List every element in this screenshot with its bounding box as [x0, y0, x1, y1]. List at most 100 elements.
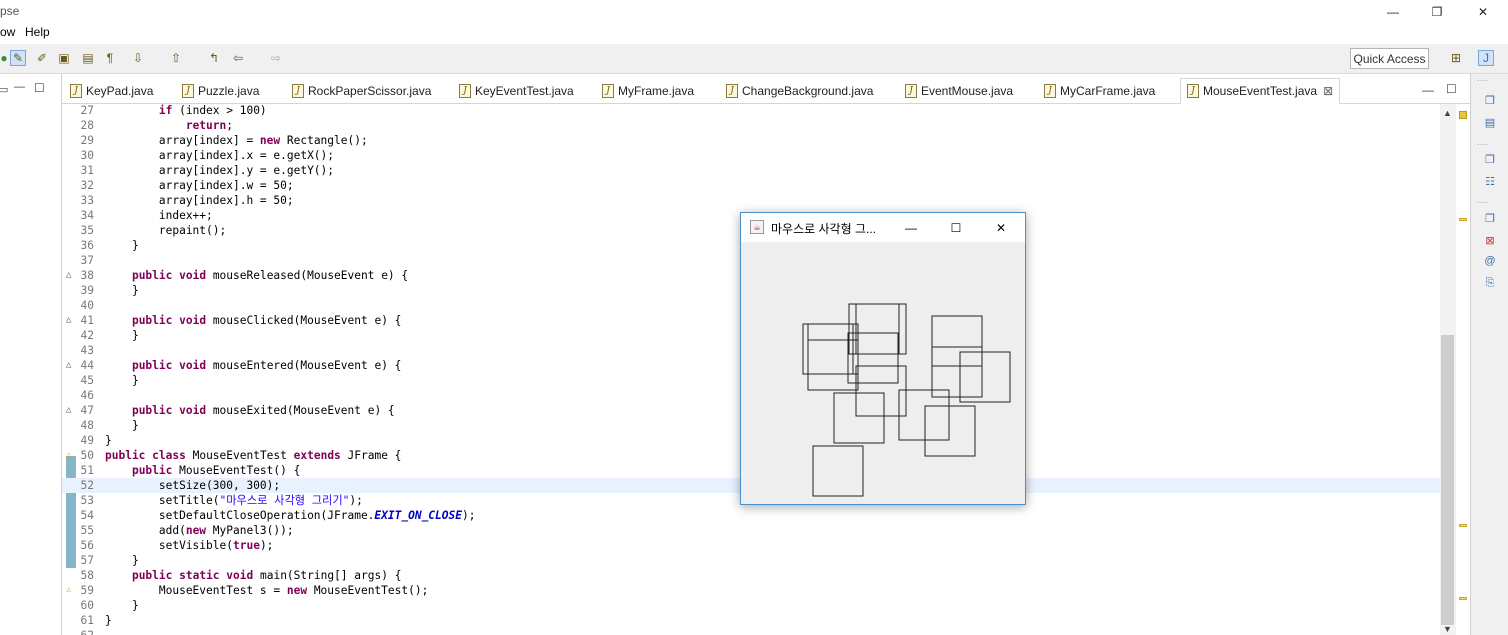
close-icon: ✕ [1477, 5, 1489, 19]
java-file-icon: J [182, 84, 194, 98]
code-line[interactable]: 61} [62, 613, 1440, 628]
code-line[interactable]: 56 setVisible(true); [62, 538, 1440, 553]
tab-label: MyCarFrame.java [1060, 84, 1156, 98]
code-line[interactable]: 30 array[index].x = e.getX(); [62, 148, 1440, 163]
last-edit-icon[interactable]: ↰ [206, 50, 222, 66]
line-number: 43 [80, 344, 94, 357]
menu-window[interactable]: ow [0, 25, 15, 39]
javadoc-icon[interactable]: @ [1482, 253, 1498, 269]
drawing-panel[interactable] [741, 242, 1025, 504]
warning-marker-icon[interactable]: ⚠ [66, 448, 71, 463]
block-selection-icon[interactable]: ▤ [80, 50, 96, 66]
java-frame-titlebar[interactable]: ☕ 마우스로 사각형 그... — ☐ ✕ [741, 213, 1025, 242]
code-line[interactable]: 57 } [62, 553, 1440, 568]
tab-mycarframe[interactable]: J MyCarFrame.java [1044, 78, 1155, 104]
left-maximize-icon[interactable]: ☐ [34, 81, 45, 95]
java-frame-window[interactable]: ☕ 마우스로 사각형 그... — ☐ ✕ [740, 212, 1026, 505]
tab-changebackground[interactable]: J ChangeBackground.java [726, 78, 873, 104]
code-line[interactable]: 31 array[index].y = e.getY(); [62, 163, 1440, 178]
line-number: 52 [80, 479, 94, 492]
line-number: 38 [80, 269, 94, 282]
task-list-icon[interactable]: ▤ [1482, 114, 1498, 130]
code-line[interactable]: 32 array[index].w = 50; [62, 178, 1440, 193]
forward-icon[interactable]: ⇨ [268, 50, 284, 66]
overview-marker[interactable] [1459, 524, 1467, 527]
restore-view-icon[interactable]: ❐ [1482, 151, 1498, 167]
java-close-button[interactable]: ✕ [979, 213, 1023, 242]
warning-marker-icon[interactable]: ⚠ [66, 583, 71, 598]
code-text: setSize(300, 300); [105, 479, 281, 492]
line-number: 33 [80, 194, 94, 207]
code-line[interactable]: 62 [62, 628, 1440, 635]
show-whitespace-icon[interactable]: ¶ [102, 50, 118, 66]
override-marker-icon[interactable]: △ [66, 313, 71, 328]
restore-button[interactable]: ❐ [1414, 0, 1460, 24]
tab-rockpaperscissor[interactable]: J RockPaperScissor.java [292, 78, 431, 104]
app-title: pse [0, 4, 20, 18]
java-perspective-icon[interactable]: J [1478, 50, 1494, 66]
scroll-up-icon[interactable]: ▲ [1443, 108, 1452, 118]
editor-maximize-icon[interactable]: ☐ [1446, 82, 1457, 96]
code-line[interactable]: 29 array[index] = new Rectangle(); [62, 133, 1440, 148]
code-line[interactable]: 55 add(new MyPanel3()); [62, 523, 1440, 538]
minimize-button[interactable]: — [1370, 0, 1416, 24]
line-number: 50 [80, 449, 94, 462]
left-minimize-icon[interactable]: — [14, 81, 25, 93]
line-number: 36 [80, 239, 94, 252]
override-marker-icon[interactable]: △ [66, 358, 71, 373]
scrollbar-thumb[interactable] [1441, 335, 1454, 625]
tab-myframe[interactable]: J MyFrame.java [602, 78, 694, 104]
code-line[interactable]: 58 public static void main(String[] args… [62, 568, 1440, 583]
code-line[interactable]: 27 if (index > 100) [62, 104, 1440, 118]
scroll-down-icon[interactable]: ▼ [1443, 624, 1452, 634]
overview-marker[interactable] [1459, 597, 1467, 600]
java-file-icon: J [70, 84, 82, 98]
code-text: public void mouseEntered(MouseEvent e) { [131, 359, 402, 372]
override-marker-icon[interactable]: △ [66, 268, 71, 283]
view-minimize-icon[interactable]: ▭ [0, 83, 8, 96]
restore-view-icon[interactable]: ❐ [1482, 92, 1498, 108]
open-perspective-icon[interactable]: ⊞ [1448, 50, 1464, 66]
tab-label: RockPaperScissor.java [308, 84, 432, 98]
overview-marker[interactable] [1459, 218, 1467, 221]
next-annotation-icon[interactable]: ⇩ [130, 50, 146, 66]
close-tab-icon[interactable]: ⊠ [1323, 84, 1333, 98]
problems-icon[interactable]: ⊠ [1482, 232, 1498, 248]
tab-keypad[interactable]: J KeyPad.java [70, 78, 153, 104]
quick-access-input[interactable]: Quick Access [1350, 48, 1429, 69]
mark-occurrences-icon[interactable]: ✎ [10, 50, 26, 66]
declaration-icon[interactable]: ⎘ [1482, 275, 1498, 291]
line-number: 57 [80, 554, 94, 567]
tab-keyeventtest[interactable]: J KeyEventTest.java [459, 78, 574, 104]
previous-annotation-icon[interactable]: ⇧ [168, 50, 184, 66]
outline-icon[interactable]: ☷ [1482, 173, 1498, 189]
tab-puzzle[interactable]: J Puzzle.java [182, 78, 259, 104]
code-text: } [105, 554, 139, 567]
drawn-rectangle [807, 323, 859, 375]
java-file-icon: J [459, 84, 471, 98]
code-line[interactable]: 33 array[index].h = 50; [62, 193, 1440, 208]
code-line[interactable]: 60 } [62, 598, 1440, 613]
code-text: } [105, 614, 112, 627]
restore-view-icon[interactable]: ❐ [1482, 210, 1498, 226]
override-marker-icon[interactable]: △ [66, 403, 71, 418]
line-number: 45 [80, 374, 94, 387]
close-button[interactable]: ✕ [1460, 0, 1506, 24]
code-line[interactable]: 59 ⚠ MouseEventTest s = new MouseEventTes… [62, 583, 1440, 598]
line-number: 58 [80, 569, 94, 582]
menu-help[interactable]: Help [25, 25, 50, 39]
brush-icon[interactable]: ✐ [34, 50, 50, 66]
code-text: public static void main(String[] args) { [131, 569, 402, 582]
java-minimize-button[interactable]: — [889, 213, 933, 242]
code-line[interactable]: 54 setDefaultCloseOperation(JFrame.EXIT_… [62, 508, 1440, 523]
java-maximize-button[interactable]: ☐ [934, 213, 978, 242]
annotation-icon[interactable]: ▣ [56, 50, 72, 66]
back-icon[interactable]: ⇦ [230, 50, 246, 66]
code-line[interactable]: 28 return; [62, 118, 1440, 133]
warning-summary-icon[interactable] [1459, 111, 1467, 119]
tab-mouseeventtest[interactable]: J MouseEventTest.java ⊠ [1180, 78, 1341, 104]
code-text: } [105, 419, 139, 432]
line-number: 49 [80, 434, 94, 447]
tab-eventmouse[interactable]: J EventMouse.java [905, 78, 1013, 104]
editor-minimize-icon[interactable]: — [1422, 83, 1434, 97]
